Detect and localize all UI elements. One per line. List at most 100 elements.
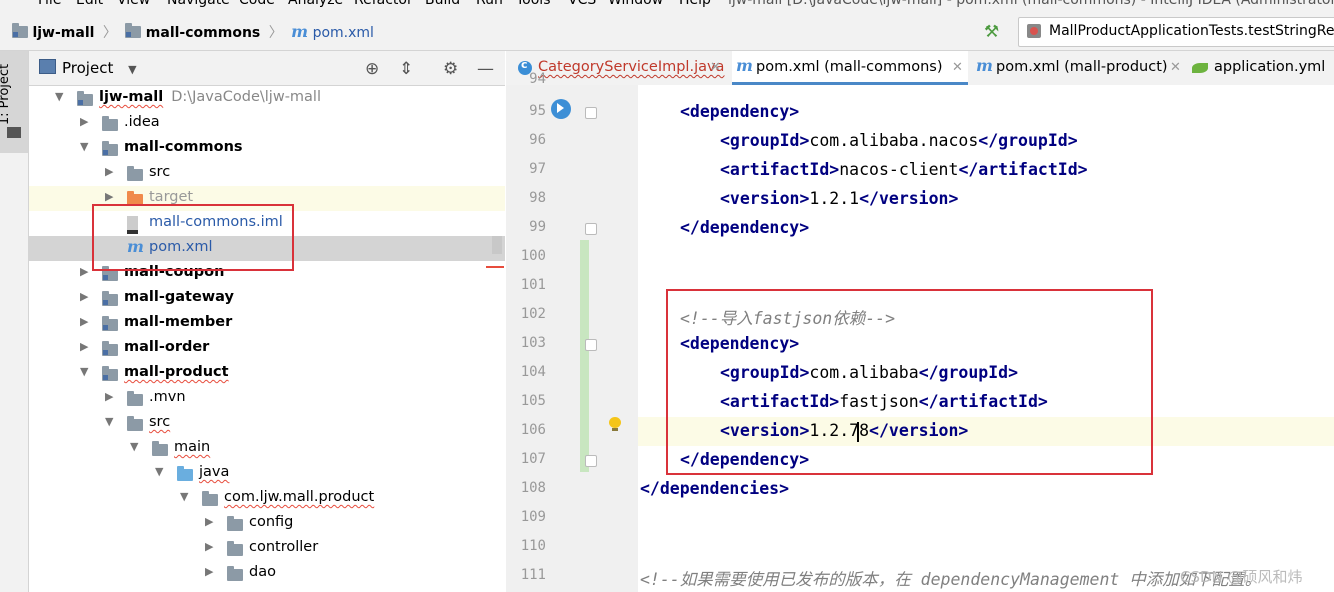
- editor-tab-label: pom.xml (mall-product): [996, 59, 1168, 75]
- tree-item[interactable]: ▶ dao: [29, 561, 505, 586]
- menu-item-analyze[interactable]: Analyze: [288, 0, 343, 8]
- code-line[interactable]: </dependencies>: [638, 475, 1334, 504]
- menu-item-tools[interactable]: Tools: [516, 0, 551, 8]
- chevron-right-icon[interactable]: ▶: [80, 265, 88, 278]
- menu-item-vcs[interactable]: VCS: [568, 0, 596, 8]
- build-hammer-icon[interactable]: ⚒: [984, 22, 1002, 42]
- tree-item[interactable]: ▼ src: [29, 411, 505, 436]
- chevron-down-icon[interactable]: ▼: [180, 490, 188, 503]
- minimize-icon[interactable]: —: [477, 59, 494, 79]
- fold-marker-icon[interactable]: [585, 107, 597, 119]
- code-line[interactable]: [638, 504, 1334, 533]
- menu-item-code[interactable]: Code: [239, 0, 275, 8]
- menu-item-edit[interactable]: Edit: [76, 0, 103, 8]
- chevron-down-icon[interactable]: ▼: [80, 365, 88, 378]
- run-gutter-icon[interactable]: [551, 99, 571, 119]
- line-number: 103: [520, 335, 546, 351]
- xml-value: com.alibaba.nacos: [809, 131, 979, 150]
- tree-item[interactable]: ▼ ljw-mall D:\JavaCode\ljw-mall: [29, 86, 505, 111]
- breadcrumb-root[interactable]: ljw-mall: [32, 25, 94, 41]
- editor-tab[interactable]: m pom.xml (mall-product) ✕: [972, 51, 1186, 85]
- line-number: 106: [520, 422, 546, 438]
- chevron-down-icon[interactable]: ▼: [105, 415, 113, 428]
- tree-item[interactable]: ▼ com.ljw.mall.product: [29, 486, 505, 511]
- breadcrumb-module[interactable]: mall-commons: [146, 25, 260, 41]
- chevron-right-icon[interactable]: ▶: [80, 115, 88, 128]
- code-line[interactable]: <!--java.net.ConnectException: no availa…: [680, 85, 1334, 95]
- chevron-down-icon[interactable]: ▼: [80, 140, 88, 153]
- lightbulb-icon[interactable]: [609, 417, 621, 431]
- chevron-right-icon[interactable]: ▶: [105, 190, 113, 203]
- chevron-right-icon[interactable]: ▶: [80, 340, 88, 353]
- chevron-right-icon[interactable]: ▶: [105, 390, 113, 403]
- line-number: 104: [520, 364, 546, 380]
- breadcrumb-file[interactable]: pom.xml: [313, 25, 374, 41]
- chevron-down-icon[interactable]: ▼: [155, 465, 163, 478]
- tree-item-label: mall-order: [124, 339, 210, 355]
- tree-item[interactable]: ▼ mall-product: [29, 361, 505, 386]
- chevron-down-icon[interactable]: ▼: [55, 90, 63, 103]
- tree-item[interactable]: ▼ mall-commons: [29, 136, 505, 161]
- locate-target-icon[interactable]: ⊕: [365, 59, 379, 79]
- xml-tag: </dependencies>: [640, 479, 790, 498]
- chevron-right-icon[interactable]: ▶: [205, 515, 213, 528]
- close-icon[interactable]: ✕: [1170, 60, 1181, 75]
- code-line[interactable]: </dependency>: [638, 214, 1334, 243]
- chevron-right-icon[interactable]: ▶: [80, 290, 88, 303]
- tree-item[interactable]: ▶ config: [29, 511, 505, 536]
- chevron-right-icon[interactable]: ▶: [205, 565, 213, 578]
- tree-item[interactable]: ▶ mall-member: [29, 311, 505, 336]
- code-line[interactable]: <artifactId>nacos-client</artifactId>: [638, 156, 1334, 185]
- tree-item-label: .mvn: [149, 389, 186, 405]
- close-icon[interactable]: ✕: [710, 60, 721, 75]
- code-line[interactable]: <groupId>com.alibaba.nacos</groupId>: [638, 127, 1334, 156]
- project-tool-tab[interactable]: 1: Project: [0, 51, 28, 153]
- tree-item[interactable]: ▶ controller: [29, 536, 505, 561]
- xml-tag: <artifactId>: [720, 160, 840, 179]
- fold-marker-icon[interactable]: [585, 223, 597, 235]
- tree-item[interactable]: ▶ mall-order: [29, 336, 505, 361]
- menu-bar: File Edit View Navigate Code Analyze Refactor B…: [0, 0, 1334, 12]
- chevron-right-icon[interactable]: ▶: [80, 315, 88, 328]
- collapse-all-icon[interactable]: ⇕: [399, 59, 413, 79]
- chevron-right-icon[interactable]: ▶: [105, 165, 113, 178]
- code-comment: <!--如果需要使用已发布的版本，在 dependencyManagement …: [640, 570, 1262, 589]
- editor-tab[interactable]: m pom.xml (mall-commons) ✕: [732, 51, 968, 85]
- menu-item-refactor[interactable]: Refactor: [354, 0, 413, 8]
- code-line[interactable]: [638, 533, 1334, 562]
- line-number: 97: [529, 161, 546, 177]
- fold-marker-icon[interactable]: [585, 455, 597, 467]
- tree-item-label: config: [249, 514, 294, 530]
- gear-icon[interactable]: ⚙: [443, 59, 458, 79]
- fold-marker-icon[interactable]: [585, 339, 597, 351]
- menu-item-build[interactable]: Build: [425, 0, 460, 8]
- tree-item[interactable]: ▶ mall-gateway: [29, 286, 505, 311]
- tree-item[interactable]: ▼ java: [29, 461, 505, 486]
- menu-item-view[interactable]: View: [117, 0, 150, 8]
- package-icon: [227, 516, 243, 531]
- project-view-selector[interactable]: Project ▼: [39, 59, 137, 77]
- menu-item-run[interactable]: Run: [476, 0, 503, 8]
- editor-tab[interactable]: application.yml: [1190, 51, 1334, 85]
- code-line[interactable]: <dependency>: [638, 98, 1334, 127]
- line-number: 95: [529, 103, 546, 119]
- menu-item-navigate[interactable]: Navigate: [167, 0, 230, 8]
- line-number: 96: [529, 132, 546, 148]
- tree-item[interactable]: ▶ .idea: [29, 111, 505, 136]
- menu-item-window[interactable]: Window: [608, 0, 663, 8]
- code-line[interactable]: [638, 243, 1334, 272]
- tree-item[interactable]: ▶ .mvn: [29, 386, 505, 411]
- vcs-change-marker: [580, 240, 589, 472]
- menu-item-file[interactable]: File: [38, 0, 61, 8]
- run-configuration-select[interactable]: MallProductApplicationTests.testStringRe…: [1018, 17, 1334, 47]
- menu-item-help[interactable]: Help: [679, 0, 711, 8]
- chevron-down-icon[interactable]: ▼: [130, 440, 138, 453]
- tree-item[interactable]: ▶ src: [29, 161, 505, 186]
- chevron-right-icon[interactable]: ▶: [205, 540, 213, 553]
- close-icon[interactable]: ✕: [952, 60, 963, 75]
- maven-icon: m: [976, 56, 993, 75]
- project-tree: ▼ ljw-mall D:\JavaCode\ljw-mall ▶ .idea ▼ mall…: [29, 86, 505, 592]
- code-line[interactable]: <version>1.2.1</version>: [638, 185, 1334, 214]
- tree-item[interactable]: ▼ main: [29, 436, 505, 461]
- tree-scrollbar-thumb[interactable]: [492, 236, 502, 254]
